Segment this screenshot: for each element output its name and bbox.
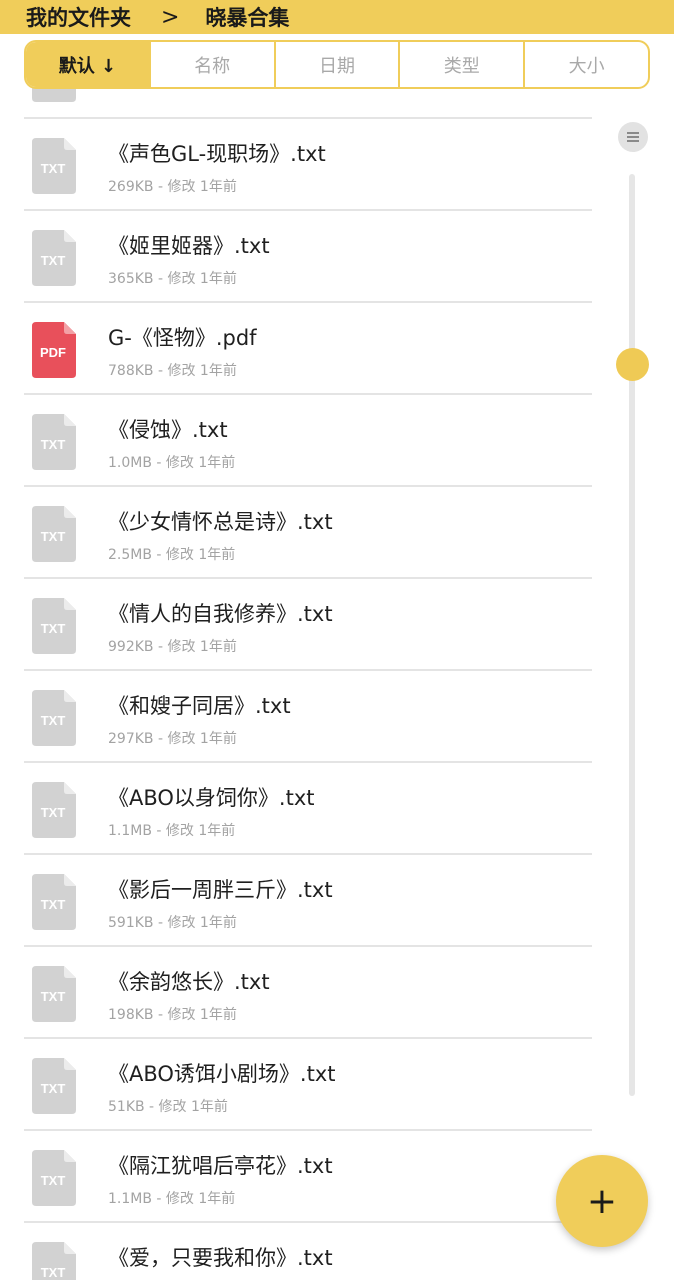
sort-type-button[interactable]: 类型 — [400, 42, 526, 87]
file-meta: 1.1MB - 修改 1年前 — [108, 1191, 236, 1207]
file-meta: 591KB - 修改 1年前 — [108, 915, 237, 931]
svg-text:TXT: TXT — [41, 1081, 66, 1096]
file-name: 《余韵悠长》.txt — [108, 970, 270, 994]
svg-text:TXT: TXT — [41, 805, 66, 820]
file-name: 《爱，只要我和你》.txt — [108, 1246, 333, 1270]
txt-file-icon: TXT — [32, 1150, 76, 1206]
sort-date-button[interactable]: 日期 — [276, 42, 401, 87]
file-name: 《侵蚀》.txt — [108, 418, 228, 442]
file-browser-app: TXT TXT 《声色GL-现职场》.txt 269KB - 修改 1年前 TXT 《姬里… — [0, 0, 674, 1280]
svg-text:TXT: TXT — [41, 253, 66, 268]
file-name: 《影后一周胖三斤》.txt — [108, 878, 333, 902]
pdf-file-icon: PDF — [32, 322, 76, 378]
file-row[interactable]: TXT 《少女情怀总是诗》.txt 2.5MB - 修改 1年前 — [24, 487, 592, 579]
file-meta: 788KB - 修改 1年前 — [108, 363, 237, 379]
add-button[interactable]: + — [556, 1155, 648, 1247]
file-meta: 297KB - 修改 1年前 — [108, 731, 237, 747]
sort-name-button[interactable]: 名称 — [151, 42, 276, 87]
file-meta: 1.1MB - 修改 1年前 — [108, 823, 236, 839]
file-name: 《和嫂子同居》.txt — [108, 694, 291, 718]
file-name: 《隔江犹唱后亭花》.txt — [108, 1154, 333, 1178]
svg-text:TXT: TXT — [41, 1265, 66, 1280]
svg-text:TXT: TXT — [41, 713, 66, 728]
file-name: 《声色GL-现职场》.txt — [108, 142, 326, 166]
menu-lines-icon[interactable] — [618, 122, 648, 152]
txt-file-icon: TXT — [32, 414, 76, 470]
file-name: 《少女情怀总是诗》.txt — [108, 510, 333, 534]
file-row[interactable]: TXT 《姬里姬器》.txt 365KB - 修改 1年前 — [24, 211, 592, 303]
txt-file-icon: TXT — [32, 1242, 76, 1280]
txt-file-icon: TXT — [32, 782, 76, 838]
scrollbar-track[interactable] — [629, 174, 635, 1096]
file-row[interactable]: TXT 《侵蚀》.txt 1.0MB - 修改 1年前 — [24, 395, 592, 487]
file-row[interactable]: TXT 《爱，只要我和你》.txt — [24, 1223, 592, 1280]
svg-text:TXT: TXT — [41, 621, 66, 636]
file-meta: 365KB - 修改 1年前 — [108, 271, 237, 287]
file-meta: 992KB - 修改 1年前 — [108, 639, 237, 655]
svg-text:TXT: TXT — [41, 161, 66, 176]
plus-icon: + — [586, 1180, 618, 1222]
breadcrumb-current: 晓暴合集 — [205, 6, 290, 30]
file-row[interactable]: TXT 《隔江犹唱后亭花》.txt 1.1MB - 修改 1年前 — [24, 1131, 592, 1223]
file-row[interactable]: TXT 《情人的自我修养》.txt 992KB - 修改 1年前 — [24, 579, 592, 671]
file-meta: 1.0MB - 修改 1年前 — [108, 455, 236, 471]
file-row[interactable]: TXT 《影后一周胖三斤》.txt 591KB - 修改 1年前 — [24, 855, 592, 947]
txt-file-icon: TXT — [32, 138, 76, 194]
svg-text:TXT: TXT — [41, 529, 66, 544]
txt-file-icon: TXT — [32, 1058, 76, 1114]
file-name: 《情人的自我修养》.txt — [108, 602, 333, 626]
file-meta: 51KB - 修改 1年前 — [108, 1099, 228, 1115]
svg-text:TXT: TXT — [41, 1173, 66, 1188]
sort-default-button[interactable]: 默认 ↓ — [26, 42, 151, 87]
file-meta: 2.5MB - 修改 1年前 — [108, 547, 236, 563]
file-name: 《姬里姬器》.txt — [108, 234, 270, 258]
file-meta: 269KB - 修改 1年前 — [108, 179, 237, 195]
txt-file-icon: TXT — [32, 690, 76, 746]
svg-text:TXT: TXT — [41, 897, 66, 912]
breadcrumb: 我的文件夹 > 晓暴合集 — [0, 0, 674, 34]
file-list: TXT TXT 《声色GL-现职场》.txt 269KB - 修改 1年前 TXT 《姬里… — [24, 27, 592, 1280]
file-row[interactable]: TXT 《和嫂子同居》.txt 297KB - 修改 1年前 — [24, 671, 592, 763]
txt-file-icon: TXT — [32, 874, 76, 930]
file-row[interactable]: TXT 《余韵悠长》.txt 198KB - 修改 1年前 — [24, 947, 592, 1039]
svg-text:TXT: TXT — [41, 989, 66, 1004]
file-name: G-《怪物》.pdf — [108, 326, 257, 350]
txt-file-icon: TXT — [32, 230, 76, 286]
file-name: 《ABO以身饲你》.txt — [108, 786, 315, 810]
svg-text:PDF: PDF — [40, 345, 66, 360]
file-row[interactable]: TXT 《声色GL-现职场》.txt 269KB - 修改 1年前 — [24, 119, 592, 211]
sort-bar: 默认 ↓ 名称 日期 类型 大小 — [24, 40, 650, 89]
breadcrumb-root[interactable]: 我的文件夹 — [26, 2, 131, 32]
file-name: 《ABO诱饵小剧场》.txt — [108, 1062, 336, 1086]
txt-file-icon: TXT — [32, 966, 76, 1022]
scrollbar-thumb[interactable] — [616, 348, 649, 381]
file-row[interactable]: TXT 《ABO诱饵小剧场》.txt 51KB - 修改 1年前 — [24, 1039, 592, 1131]
file-meta: 198KB - 修改 1年前 — [108, 1007, 237, 1023]
file-row[interactable]: PDF G-《怪物》.pdf 788KB - 修改 1年前 — [24, 303, 592, 395]
svg-text:TXT: TXT — [41, 437, 66, 452]
file-row[interactable]: TXT 《ABO以身饲你》.txt 1.1MB - 修改 1年前 — [24, 763, 592, 855]
txt-file-icon: TXT — [32, 506, 76, 562]
chevron-right-icon: > — [161, 4, 180, 30]
txt-file-icon: TXT — [32, 598, 76, 654]
sort-size-button[interactable]: 大小 — [525, 42, 648, 87]
